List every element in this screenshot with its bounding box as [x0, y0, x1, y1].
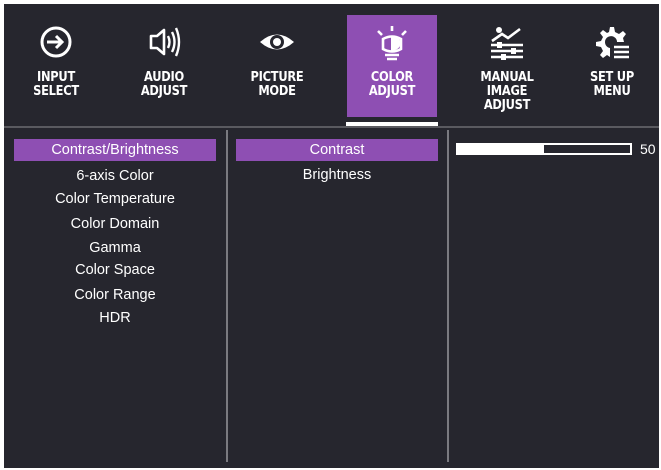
- menu-item-contrast-brightness[interactable]: Contrast/Brightness: [14, 139, 216, 161]
- tab-manual-image-adjust-label: MANUAL IMAGE ADJUST: [480, 70, 534, 113]
- contrast-slider[interactable]: [456, 143, 632, 155]
- tab-color-adjust-label: COLOR ADJUST: [368, 70, 416, 99]
- image-adjust-icon: [462, 15, 552, 63]
- gear-icon: [567, 15, 657, 63]
- menu-item-hdr[interactable]: HDR: [14, 307, 216, 329]
- menu-item-gamma[interactable]: Gamma: [14, 237, 216, 259]
- tab-audio-adjust-label: AUDIO ADJUST: [140, 70, 188, 99]
- color-bulb-icon: [347, 15, 437, 63]
- tab-setup-menu-label: SET UP MENU: [590, 70, 634, 99]
- contrast-value: 50: [640, 141, 656, 157]
- input-select-icon: [11, 15, 101, 63]
- speaker-icon: [119, 15, 209, 63]
- osd-menu-window: INPUT SELECT AUDIO ADJUST PICTURE MODE C…: [4, 4, 659, 468]
- submenu-item-contrast[interactable]: Contrast: [236, 139, 438, 161]
- tab-input-select-label: INPUT SELECT: [33, 70, 79, 99]
- tab-audio-adjust[interactable]: AUDIO ADJUST: [119, 15, 209, 117]
- main-tab-bar: INPUT SELECT AUDIO ADJUST PICTURE MODE C…: [4, 4, 659, 126]
- menu-item-6-axis-color[interactable]: 6-axis Color: [14, 165, 216, 187]
- tab-setup-menu[interactable]: SET UP MENU: [567, 15, 657, 117]
- tab-color-adjust[interactable]: COLOR ADJUST: [347, 15, 437, 117]
- header-divider: [4, 126, 659, 128]
- eye-icon: [232, 15, 322, 63]
- tab-picture-mode[interactable]: PICTURE MODE: [232, 15, 322, 117]
- menu-item-color-range[interactable]: Color Range: [14, 284, 216, 306]
- column-divider-1: [226, 130, 228, 462]
- submenu-item-brightness[interactable]: Brightness: [236, 164, 438, 186]
- menu-item-color-domain[interactable]: Color Domain: [14, 213, 216, 235]
- menu-item-color-temperature[interactable]: Color Temperature: [14, 188, 216, 210]
- contrast-slider-fill: [458, 145, 544, 153]
- menu-item-color-space[interactable]: Color Space: [14, 259, 216, 281]
- tab-input-select[interactable]: INPUT SELECT: [11, 15, 101, 117]
- column-divider-2: [447, 130, 449, 462]
- tab-manual-image-adjust[interactable]: MANUAL IMAGE ADJUST: [462, 15, 552, 117]
- tab-picture-mode-label: PICTURE MODE: [250, 70, 304, 99]
